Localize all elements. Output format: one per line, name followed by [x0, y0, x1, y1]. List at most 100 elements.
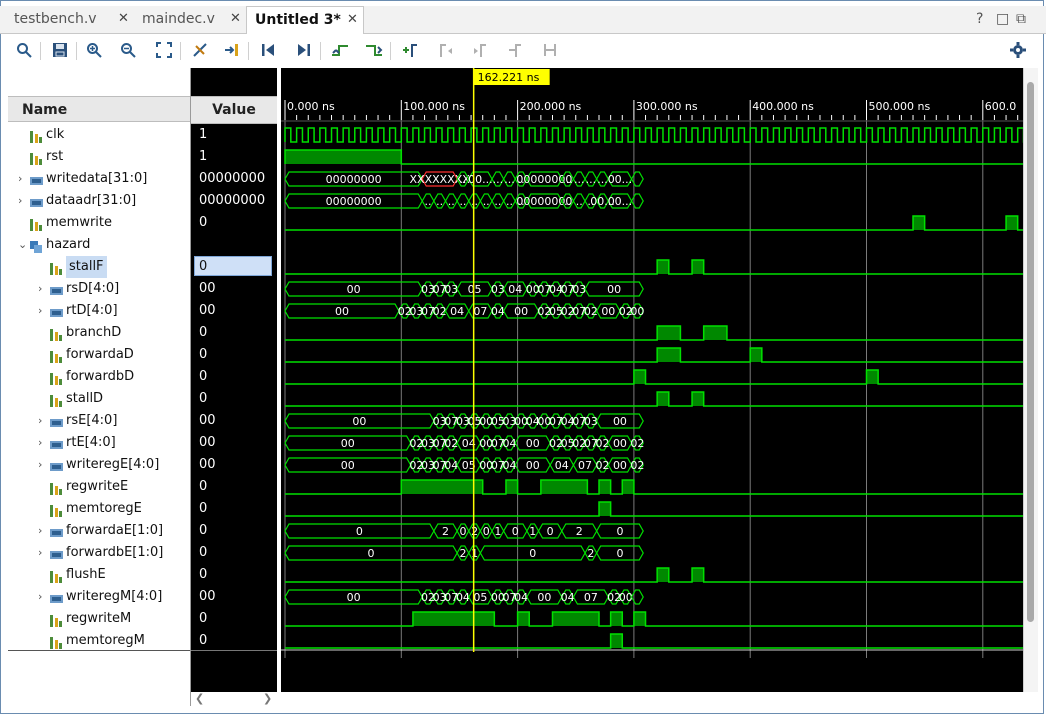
- previous-transition-icon[interactable]: [330, 40, 350, 60]
- bus-signal-icon: [50, 591, 63, 603]
- expand-chevron-icon[interactable]: ›: [18, 190, 28, 212]
- waveform-svg[interactable]: 0.000 ns 100.000 ns 200.000 ns 300.000 ns 40…: [281, 68, 1023, 692]
- wave-branchD: [285, 325, 1023, 341]
- settings-icon[interactable]: [1008, 40, 1028, 60]
- waveform-vertical-scrollbar[interactable]: [1023, 68, 1038, 692]
- go-to-cursor-icon[interactable]: [222, 40, 242, 60]
- signal-name-panel: Name clk rst › writedata[31:0] › dataadr[31:0…: [8, 68, 191, 706]
- expand-chevron-icon[interactable]: ›: [38, 300, 48, 322]
- bus-value-writedata: ...: [574, 173, 585, 186]
- signal-name: stallD: [66, 391, 104, 406]
- signal-row-forwardad[interactable]: forwardaD: [8, 344, 190, 366]
- expand-chevron-icon[interactable]: ›: [38, 278, 48, 300]
- expand-chevron-icon[interactable]: ›: [38, 542, 48, 564]
- signal-row-stalld[interactable]: stallD: [8, 388, 190, 410]
- bus-signal-icon: [50, 305, 63, 317]
- high-fill-forwardaD: [750, 348, 762, 362]
- name-column-header[interactable]: Name: [8, 96, 190, 122]
- next-transition-icon[interactable]: [364, 40, 384, 60]
- expand-chevron-icon[interactable]: ›: [38, 410, 48, 432]
- bus-value-forwardbE: 2: [459, 547, 466, 560]
- bus-value-writeregE: 04: [502, 459, 516, 472]
- high-fill-regwriteE: [505, 480, 518, 494]
- signal-row-rte[interactable]: › rtE[4:0]: [8, 432, 190, 454]
- signal-row-flushe[interactable]: flushE: [8, 564, 190, 586]
- zoom-fit-icon[interactable]: [154, 40, 174, 60]
- restore-icon[interactable]: ⧉: [1016, 6, 1026, 32]
- scroll-right-icon[interactable]: ❯: [263, 692, 272, 705]
- bus-signal-icon: [50, 459, 63, 471]
- signal-row-branchd[interactable]: branchD: [8, 322, 190, 344]
- signal-row-rtd[interactable]: › rtD[4:0]: [8, 300, 190, 322]
- signal-row-rsd[interactable]: › rsD[4:0]: [8, 278, 190, 300]
- bus-value-forwardbE: 0: [529, 547, 536, 560]
- signal-row-memtoregm[interactable]: memtoregM: [8, 630, 190, 652]
- previous-marker-icon[interactable]: [436, 40, 456, 60]
- bus-value-dataadr: 00...: [608, 195, 633, 208]
- snap-icon[interactable]: [540, 40, 560, 60]
- maximize-icon[interactable]: □: [996, 6, 1009, 32]
- signal-row-hazard[interactable]: ⌄ hazard: [8, 234, 190, 256]
- signal-row-stallf[interactable]: stallF: [8, 256, 190, 278]
- search-icon[interactable]: [14, 40, 34, 60]
- signal-row-memwrite[interactable]: memwrite: [8, 212, 190, 234]
- zoom-in-icon[interactable]: [84, 40, 104, 60]
- tab-maindec[interactable]: maindec.v ✕: [134, 6, 244, 32]
- wave-forwardaD: [285, 347, 1023, 363]
- expand-chevron-icon[interactable]: ›: [38, 586, 48, 608]
- signal-row-rse[interactable]: › rsE[4:0]: [8, 410, 190, 432]
- signal-name: dataadr[31:0]: [46, 193, 137, 208]
- signal-row-writerege[interactable]: › writeregE[4:0]: [8, 454, 190, 476]
- high-fill-regwriteM: [412, 612, 495, 626]
- zoom-out-icon[interactable]: [118, 40, 138, 60]
- time-tick-label: 200.000 ns: [520, 100, 582, 113]
- close-icon[interactable]: ✕: [118, 6, 129, 32]
- close-icon[interactable]: ✕: [347, 7, 358, 33]
- waveform-toolbar: [8, 36, 1038, 66]
- go-to-last-time-icon[interactable]: [294, 40, 314, 60]
- scrollbar-thumb[interactable]: [1027, 82, 1034, 622]
- expand-chevron-icon[interactable]: ›: [38, 432, 48, 454]
- signal-row-forwardae[interactable]: › forwardaE[1:0]: [8, 520, 190, 542]
- high-fill-stallD: [657, 392, 669, 406]
- signal-value-selected[interactable]: 0: [194, 256, 272, 276]
- signal-row-writedata[interactable]: › writedata[31:0]: [8, 168, 190, 190]
- bus-value-writeregE: 00: [613, 459, 627, 472]
- high-fill-memwrite: [1006, 216, 1018, 230]
- signal-row-regwritee[interactable]: regwriteE: [8, 476, 190, 498]
- signal-row-memtorege[interactable]: memtoregE: [8, 498, 190, 520]
- bus-value-rtE: 04: [502, 437, 516, 450]
- save-icon[interactable]: [50, 40, 70, 60]
- scroll-left-icon[interactable]: ❮: [195, 692, 204, 705]
- tab-testbench[interactable]: testbench.v ✕: [6, 6, 132, 32]
- swap-cursors-icon[interactable]: [506, 40, 526, 60]
- high-fill-regwriteM: [610, 612, 623, 626]
- tab-untitled-3[interactable]: Untitled 3* ✕: [246, 6, 364, 34]
- signal-name: writeregE[4:0]: [66, 457, 160, 472]
- signal-row-clk[interactable]: clk: [8, 124, 190, 146]
- signal-row-forwardbe[interactable]: › forwardbE[1:0]: [8, 542, 190, 564]
- signal-row-writeregm[interactable]: › writeregM[4:0]: [8, 586, 190, 608]
- help-icon[interactable]: ?: [976, 6, 983, 32]
- expand-chevron-icon[interactable]: ⌄: [18, 234, 28, 256]
- go-to-time-zero-icon[interactable]: [258, 40, 278, 60]
- signal-row-rst[interactable]: rst: [8, 146, 190, 168]
- add-marker-icon[interactable]: [400, 40, 420, 60]
- waveform-canvas[interactable]: 0.000 ns 100.000 ns 200.000 ns 300.000 ns 40…: [281, 68, 1023, 692]
- cursor-icon[interactable]: [190, 40, 210, 60]
- expand-chevron-icon[interactable]: ›: [38, 520, 48, 542]
- signal-name: forwardbE[1:0]: [66, 545, 164, 560]
- expand-chevron-icon[interactable]: ›: [18, 168, 28, 190]
- wave-memwrite: [285, 215, 1023, 231]
- expand-chevron-icon[interactable]: ›: [38, 454, 48, 476]
- close-icon[interactable]: ✕: [230, 6, 241, 32]
- signal-row-dataadr[interactable]: › dataadr[31:0]: [8, 190, 190, 212]
- signal-name: branchD: [66, 325, 122, 340]
- signal-row-regwritem[interactable]: regwriteM: [8, 608, 190, 630]
- signal-row-forwardbd[interactable]: forwardbD: [8, 366, 190, 388]
- value-horizontal-scrollbar[interactable]: ❮ ❯: [191, 692, 277, 706]
- next-marker-icon[interactable]: [470, 40, 490, 60]
- editor-tab-bar: testbench.v ✕ maindec.v ✕ Untitled 3* ✕ …: [0, 6, 1046, 34]
- bus-value-dataadr: 00000000: [326, 195, 382, 208]
- value-column-header[interactable]: Value: [191, 96, 277, 124]
